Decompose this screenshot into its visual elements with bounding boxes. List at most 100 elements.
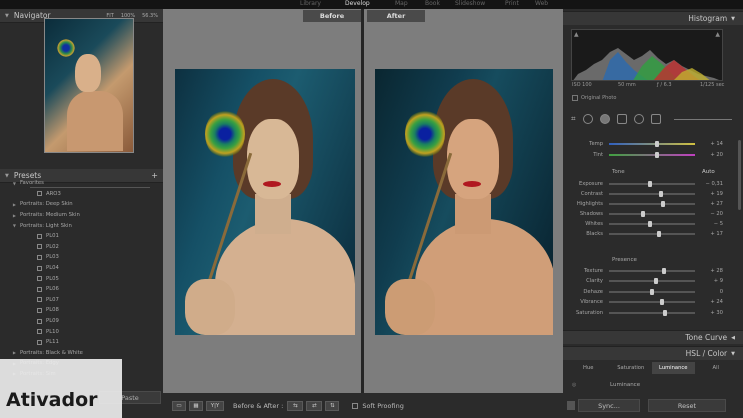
slider-thumb[interactable] bbox=[648, 180, 653, 187]
slider-thumb[interactable] bbox=[654, 278, 659, 284]
slider-value[interactable]: + 17 bbox=[695, 231, 727, 237]
graduated-filter-icon[interactable] bbox=[616, 114, 627, 124]
slider-value[interactable]: + 27 bbox=[695, 201, 727, 207]
module-print[interactable]: Print bbox=[505, 0, 519, 7]
slider-track[interactable] bbox=[609, 309, 695, 316]
preset-item[interactable]: PL11 bbox=[0, 337, 163, 348]
grid-view-icon[interactable]: ▦ bbox=[189, 400, 203, 411]
loupe-view-icon[interactable]: ▭ bbox=[172, 400, 186, 411]
original-photo-checkbox[interactable] bbox=[572, 95, 578, 101]
module-web[interactable]: Web bbox=[535, 0, 548, 7]
preset-item[interactable]: PL01 bbox=[0, 231, 163, 242]
slider-thumb[interactable] bbox=[655, 140, 660, 147]
slider-value[interactable]: + 20 bbox=[695, 152, 727, 158]
slider-value[interactable]: + 28 bbox=[695, 268, 727, 274]
preset-item[interactable]: PL02 bbox=[0, 242, 163, 253]
preset-item[interactable]: PL07 bbox=[0, 295, 163, 306]
preset-item[interactable]: PL10 bbox=[0, 326, 163, 337]
swap-icon[interactable]: ⇅ bbox=[325, 400, 340, 411]
slider-track[interactable] bbox=[609, 151, 695, 158]
slider-value[interactable]: + 19 bbox=[695, 191, 727, 197]
slider-thumb[interactable] bbox=[661, 200, 666, 207]
module-develop[interactable]: Develop bbox=[345, 0, 370, 7]
slider-thumb[interactable] bbox=[660, 299, 665, 305]
slider-track[interactable] bbox=[609, 267, 695, 274]
preset-folder[interactable]: ▶ Portraits: Medium Skin bbox=[0, 210, 163, 221]
module-map[interactable]: Map bbox=[395, 0, 408, 7]
nav-zoom-option[interactable]: 56.3% bbox=[142, 13, 158, 19]
hsl-tab-saturation[interactable]: Saturation bbox=[610, 362, 653, 374]
radial-filter-icon[interactable] bbox=[633, 114, 644, 124]
hsl-tab-luminance[interactable]: Luminance bbox=[652, 362, 695, 374]
brush-icon[interactable] bbox=[650, 114, 661, 124]
slider-thumb[interactable] bbox=[641, 210, 646, 217]
slider-track[interactable] bbox=[609, 190, 695, 197]
redeye-icon[interactable] bbox=[599, 114, 610, 124]
spot-removal-icon[interactable] bbox=[582, 114, 593, 124]
slider-track[interactable] bbox=[609, 210, 695, 217]
slider-track[interactable] bbox=[609, 299, 695, 305]
hsl-tab-all[interactable]: All bbox=[695, 362, 738, 374]
reset-button[interactable]: Reset bbox=[648, 399, 726, 412]
slider-value[interactable]: + 24 bbox=[695, 299, 727, 305]
preset-item[interactable]: PL09 bbox=[0, 316, 163, 327]
shadow-clipping-icon[interactable]: ▲ bbox=[574, 31, 579, 38]
hsl-tab-hue[interactable]: Hue bbox=[567, 362, 610, 374]
navigator-preview[interactable] bbox=[44, 18, 134, 153]
slider-value[interactable]: − 5 bbox=[695, 221, 727, 227]
crop-tool-icon[interactable]: ⌗ bbox=[571, 114, 576, 124]
copy-after-to-before-icon[interactable]: ⇄ bbox=[306, 400, 323, 411]
preset-folder[interactable]: ▶ Portraits: Black & White bbox=[0, 348, 163, 359]
slider-thumb[interactable] bbox=[662, 267, 667, 274]
slider-track[interactable] bbox=[609, 180, 695, 187]
slider-track[interactable] bbox=[609, 288, 695, 295]
slider-thumb[interactable] bbox=[662, 309, 667, 316]
auto-tone-button[interactable]: Auto bbox=[702, 169, 715, 175]
before-photo[interactable] bbox=[175, 69, 355, 335]
preset-folder[interactable]: ▼ Portraits: Light Skin bbox=[0, 220, 163, 231]
slider-track[interactable] bbox=[609, 220, 695, 227]
slider-thumb[interactable] bbox=[656, 230, 661, 237]
folder-closed-triangle-icon[interactable]: ▶ bbox=[0, 350, 20, 355]
preset-item[interactable]: ARO3 bbox=[0, 189, 163, 200]
module-slideshow[interactable]: Slideshow bbox=[455, 0, 485, 7]
tool-slider[interactable] bbox=[673, 118, 732, 120]
slider-thumb[interactable] bbox=[655, 151, 660, 158]
slider-value[interactable]: − 0,31 bbox=[695, 181, 727, 187]
module-library[interactable]: Library bbox=[300, 0, 321, 7]
histogram-header[interactable]: Histogram ▼ bbox=[563, 11, 743, 25]
hsl-header[interactable]: HSL / Color ▼ bbox=[563, 346, 743, 360]
highlight-clipping-icon[interactable]: ▲ bbox=[715, 31, 720, 38]
folder-open-triangle-icon[interactable]: ▼ bbox=[0, 223, 20, 228]
preset-item[interactable]: PL03 bbox=[0, 252, 163, 263]
folder-open-triangle-icon[interactable]: ▼ bbox=[0, 181, 20, 186]
slider-track[interactable] bbox=[609, 140, 695, 147]
slider-thumb[interactable] bbox=[658, 190, 663, 197]
preset-item[interactable]: PL05 bbox=[0, 273, 163, 284]
sync-toggle-icon[interactable] bbox=[567, 401, 575, 410]
slider-value[interactable]: + 14 bbox=[695, 141, 727, 147]
target-adjust-icon[interactable]: ◎ bbox=[572, 382, 576, 388]
preset-item[interactable]: PL08 bbox=[0, 305, 163, 316]
preset-item[interactable]: PL06 bbox=[0, 284, 163, 295]
preset-item[interactable]: PL04 bbox=[0, 263, 163, 274]
slider-track[interactable] bbox=[609, 230, 695, 237]
slider-value[interactable]: + 9 bbox=[695, 278, 727, 284]
preset-folder[interactable]: ▶ Portraits: Deep Skin bbox=[0, 199, 163, 210]
slider-track[interactable] bbox=[609, 278, 695, 284]
after-photo[interactable] bbox=[375, 69, 553, 335]
slider-thumb[interactable] bbox=[648, 220, 653, 227]
module-book[interactable]: Book bbox=[425, 0, 440, 7]
copy-before-to-after-icon[interactable]: ⇆ bbox=[287, 400, 304, 411]
slider-value[interactable]: 0 bbox=[695, 289, 727, 295]
tone-curve-header[interactable]: Tone Curve ◀ bbox=[563, 330, 743, 344]
folder-closed-triangle-icon[interactable]: ▶ bbox=[0, 202, 20, 207]
soft-proofing-checkbox[interactable] bbox=[352, 402, 359, 409]
folder-closed-triangle-icon[interactable]: ▶ bbox=[0, 213, 20, 218]
slider-value[interactable]: + 30 bbox=[695, 310, 727, 316]
right-panel-scrollbar[interactable] bbox=[738, 140, 741, 210]
slider-thumb[interactable] bbox=[650, 288, 654, 295]
histogram-graph[interactable]: ▲ ▲ bbox=[571, 29, 723, 81]
before-after-view-button[interactable]: Y|Y bbox=[206, 400, 224, 411]
slider-value[interactable]: − 20 bbox=[695, 211, 727, 217]
